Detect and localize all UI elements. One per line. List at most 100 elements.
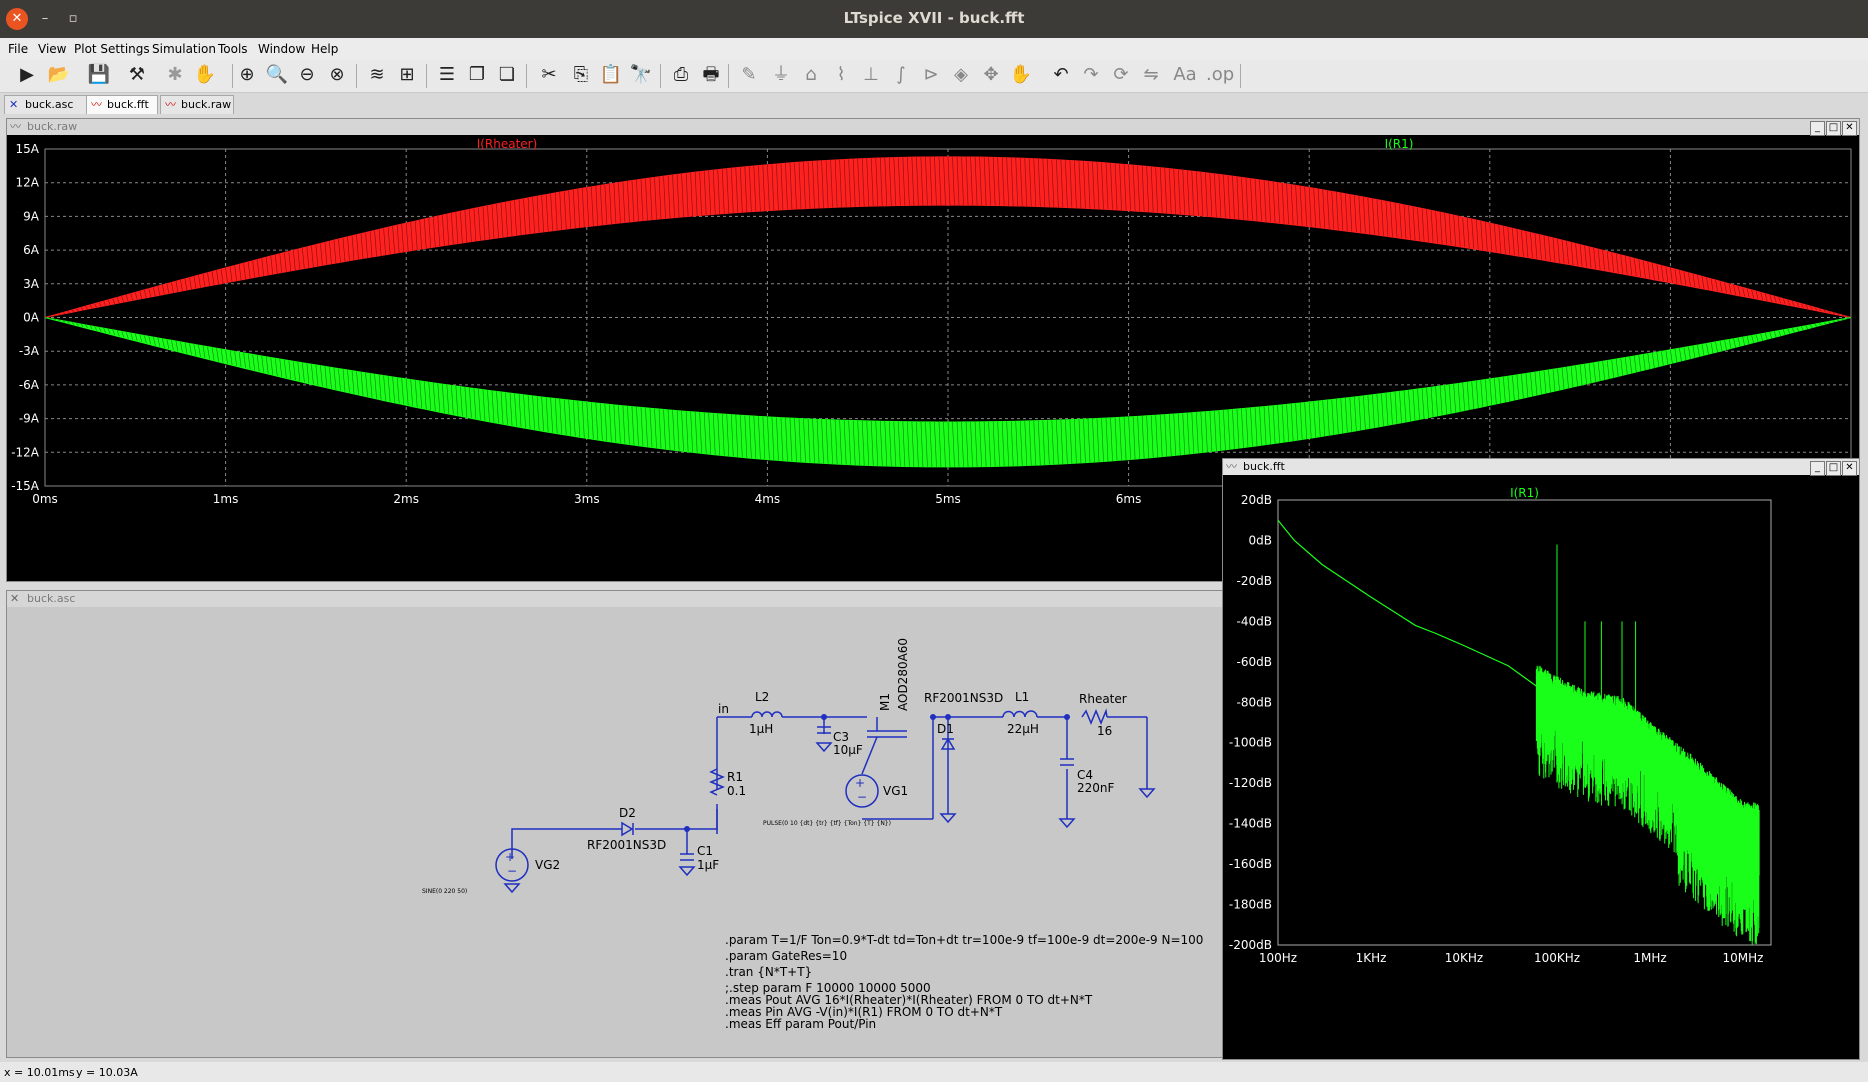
minimize-button[interactable]: _ bbox=[1810, 461, 1825, 476]
menu-view[interactable]: View bbox=[38, 42, 66, 56]
autoscale-icon[interactable]: ≋ bbox=[364, 62, 390, 88]
ground-icon[interactable]: ⏚ bbox=[768, 62, 794, 88]
hand-icon[interactable]: ✋ bbox=[192, 62, 218, 88]
halt-icon[interactable]: ✱ bbox=[162, 62, 188, 88]
tab-buck-raw[interactable]: 〰 buck.raw bbox=[160, 95, 234, 114]
cascade-icon[interactable]: ❐ bbox=[464, 62, 490, 88]
spice-directive[interactable]: .meas Eff param Pout/Pin bbox=[725, 1017, 876, 1031]
y-tick-label: -12A bbox=[11, 445, 40, 459]
label-D1: D1 bbox=[937, 722, 954, 736]
schematic-canvas[interactable]: +− +− in L2 1µH C3 10µF M1 AOD280A60 RF2… bbox=[7, 609, 1221, 1055]
y-tick-label: -80dB bbox=[1237, 695, 1272, 709]
schematic-window[interactable]: ✕ buck.asc + − + − in L2 1µH C3 10µF M1 … bbox=[6, 590, 1224, 1058]
redo-icon[interactable]: ↷ bbox=[1078, 62, 1104, 88]
tile-horizontal-icon[interactable]: ☰ bbox=[434, 62, 460, 88]
x-tick-label: 4ms bbox=[755, 492, 781, 506]
spice-directive[interactable]: .tran {N*T+T} bbox=[725, 965, 812, 979]
component-icon[interactable]: ◈ bbox=[948, 62, 974, 88]
schematic-window-titlebar[interactable]: ✕ buck.asc bbox=[7, 591, 1223, 607]
fft-plot[interactable]: 20dB 0dB -20dB -40dB -60dB -80dB -100dB -120dB -… bbox=[1223, 477, 1857, 1057]
label-D2-part: RF2001NS3D bbox=[587, 838, 666, 852]
label-L1: L1 bbox=[1015, 690, 1029, 704]
fft-window-titlebar[interactable]: 〰 buck.fft _ □ ✕ bbox=[1223, 459, 1859, 476]
tile-vertical-icon[interactable]: ❏ bbox=[494, 62, 520, 88]
menu-tools[interactable]: Tools bbox=[218, 42, 248, 56]
zoom-in-icon[interactable]: ⊕ bbox=[234, 62, 260, 88]
close-button[interactable]: ✕ bbox=[1842, 121, 1857, 136]
find-icon[interactable]: 🔭 bbox=[628, 62, 654, 88]
label-D1-part: RF2001NS3D bbox=[924, 691, 1003, 705]
menu-file[interactable]: File bbox=[8, 42, 28, 56]
waveform-icon: 〰 bbox=[91, 98, 102, 111]
undo-icon[interactable]: ↶ bbox=[1048, 62, 1074, 88]
fft-window[interactable]: 〰 buck.fft _ □ ✕ 20dB 0dB -20dB -40dB -60dB -80d… bbox=[1222, 458, 1860, 1060]
print-preview-icon[interactable]: ⎙ bbox=[668, 62, 694, 88]
y-tick-label: -15A bbox=[11, 479, 40, 493]
copy-icon[interactable]: ⎘ bbox=[568, 62, 594, 88]
menu-simulation[interactable]: Simulation bbox=[152, 42, 216, 56]
drag-icon[interactable]: ✋ bbox=[1008, 62, 1034, 88]
y-tick-label: -160dB bbox=[1229, 857, 1272, 871]
menu-plot-settings[interactable]: Plot Settings bbox=[74, 42, 150, 56]
series-ripple bbox=[45, 156, 1853, 318]
y-tick-label: -6A bbox=[19, 378, 40, 392]
x-tick-label: 0ms bbox=[32, 492, 58, 506]
x-tick-label: 1MHz bbox=[1633, 951, 1666, 965]
inductor-icon[interactable]: ∫ bbox=[888, 62, 914, 88]
spice-directive-icon[interactable]: .op bbox=[1206, 62, 1234, 88]
label-in: in bbox=[718, 702, 729, 716]
x-tick-label: 1ms bbox=[213, 492, 239, 506]
run-icon[interactable]: ▶ bbox=[14, 62, 40, 88]
close-button[interactable]: ✕ bbox=[1842, 461, 1857, 476]
zoom-area-icon[interactable]: 🔍 bbox=[264, 62, 290, 88]
resistor-icon[interactable]: ⌇ bbox=[828, 62, 854, 88]
print-icon[interactable]: 🖶 bbox=[698, 62, 724, 88]
spice-directive[interactable]: .param T=1/F Ton=0.9*T-dt td=Ton+dt tr=1… bbox=[725, 933, 1203, 947]
move-icon[interactable]: ✥ bbox=[978, 62, 1004, 88]
schematic-icon: ✕ bbox=[9, 98, 19, 111]
minimize-button[interactable]: _ bbox=[1810, 121, 1825, 136]
schematic-icon: ✕ bbox=[10, 592, 20, 605]
legend-entry: I(R1) bbox=[1510, 486, 1539, 500]
label-R1-value: 0.1 bbox=[727, 784, 746, 798]
control-panel-icon[interactable]: ⚒ bbox=[124, 62, 150, 88]
diode-icon[interactable]: ⊳ bbox=[918, 62, 944, 88]
zoom-fit-icon[interactable]: ⊗ bbox=[324, 62, 350, 88]
label-VG1: VG1 bbox=[883, 784, 908, 798]
x-tick-label: 2ms bbox=[393, 492, 419, 506]
paste-icon[interactable]: 📋 bbox=[598, 62, 624, 88]
menu-window[interactable]: Window bbox=[258, 42, 305, 56]
waveform-icon: 〰 bbox=[1226, 460, 1237, 473]
y-tick-label: 9A bbox=[23, 209, 40, 223]
raw-window-titlebar[interactable]: 〰 buck.raw _ □ ✕ bbox=[7, 119, 1859, 136]
tab-buck-fft[interactable]: 〰 buck.fft bbox=[86, 95, 158, 114]
label-D2: D2 bbox=[619, 806, 636, 820]
label-R1: R1 bbox=[727, 770, 743, 784]
x-tick-label: 6ms bbox=[1116, 492, 1142, 506]
capacitor-icon[interactable]: ⊥ bbox=[858, 62, 884, 88]
text-icon[interactable]: Aa bbox=[1172, 62, 1198, 88]
fft-window-title: buck.fft bbox=[1243, 460, 1285, 473]
zoom-out-icon[interactable]: ⊖ bbox=[294, 62, 320, 88]
y-tick-label: 3A bbox=[23, 277, 40, 291]
label-sine: SINE(0 220 50) bbox=[422, 888, 467, 895]
grid-icon[interactable]: ⊞ bbox=[394, 62, 420, 88]
open-folder-icon[interactable]: 📂 bbox=[46, 62, 72, 88]
cursor-y-readout: y = 10.03A bbox=[76, 1066, 138, 1079]
y-tick-label: -200dB bbox=[1229, 938, 1272, 952]
maximize-button[interactable]: □ bbox=[1826, 121, 1841, 136]
label-icon[interactable]: ⌂ bbox=[798, 62, 824, 88]
label-Rheater: Rheater bbox=[1079, 692, 1127, 706]
save-icon[interactable]: 💾 bbox=[86, 62, 112, 88]
spice-directive[interactable]: .param GateRes=10 bbox=[725, 949, 847, 963]
wire-icon[interactable]: ✎ bbox=[736, 62, 762, 88]
rotate-icon[interactable]: ⟳ bbox=[1108, 62, 1134, 88]
menu-help[interactable]: Help bbox=[311, 42, 338, 56]
legend-entry: I(R1) bbox=[1385, 137, 1414, 151]
x-tick-label: 10KHz bbox=[1445, 951, 1483, 965]
tab-buck-asc[interactable]: ✕ buck.asc bbox=[4, 95, 88, 114]
cut-icon[interactable]: ✂ bbox=[536, 62, 562, 88]
maximize-button[interactable]: □ bbox=[1826, 461, 1841, 476]
label-C4: C4 bbox=[1077, 768, 1093, 782]
mirror-icon[interactable]: ⇋ bbox=[1138, 62, 1164, 88]
